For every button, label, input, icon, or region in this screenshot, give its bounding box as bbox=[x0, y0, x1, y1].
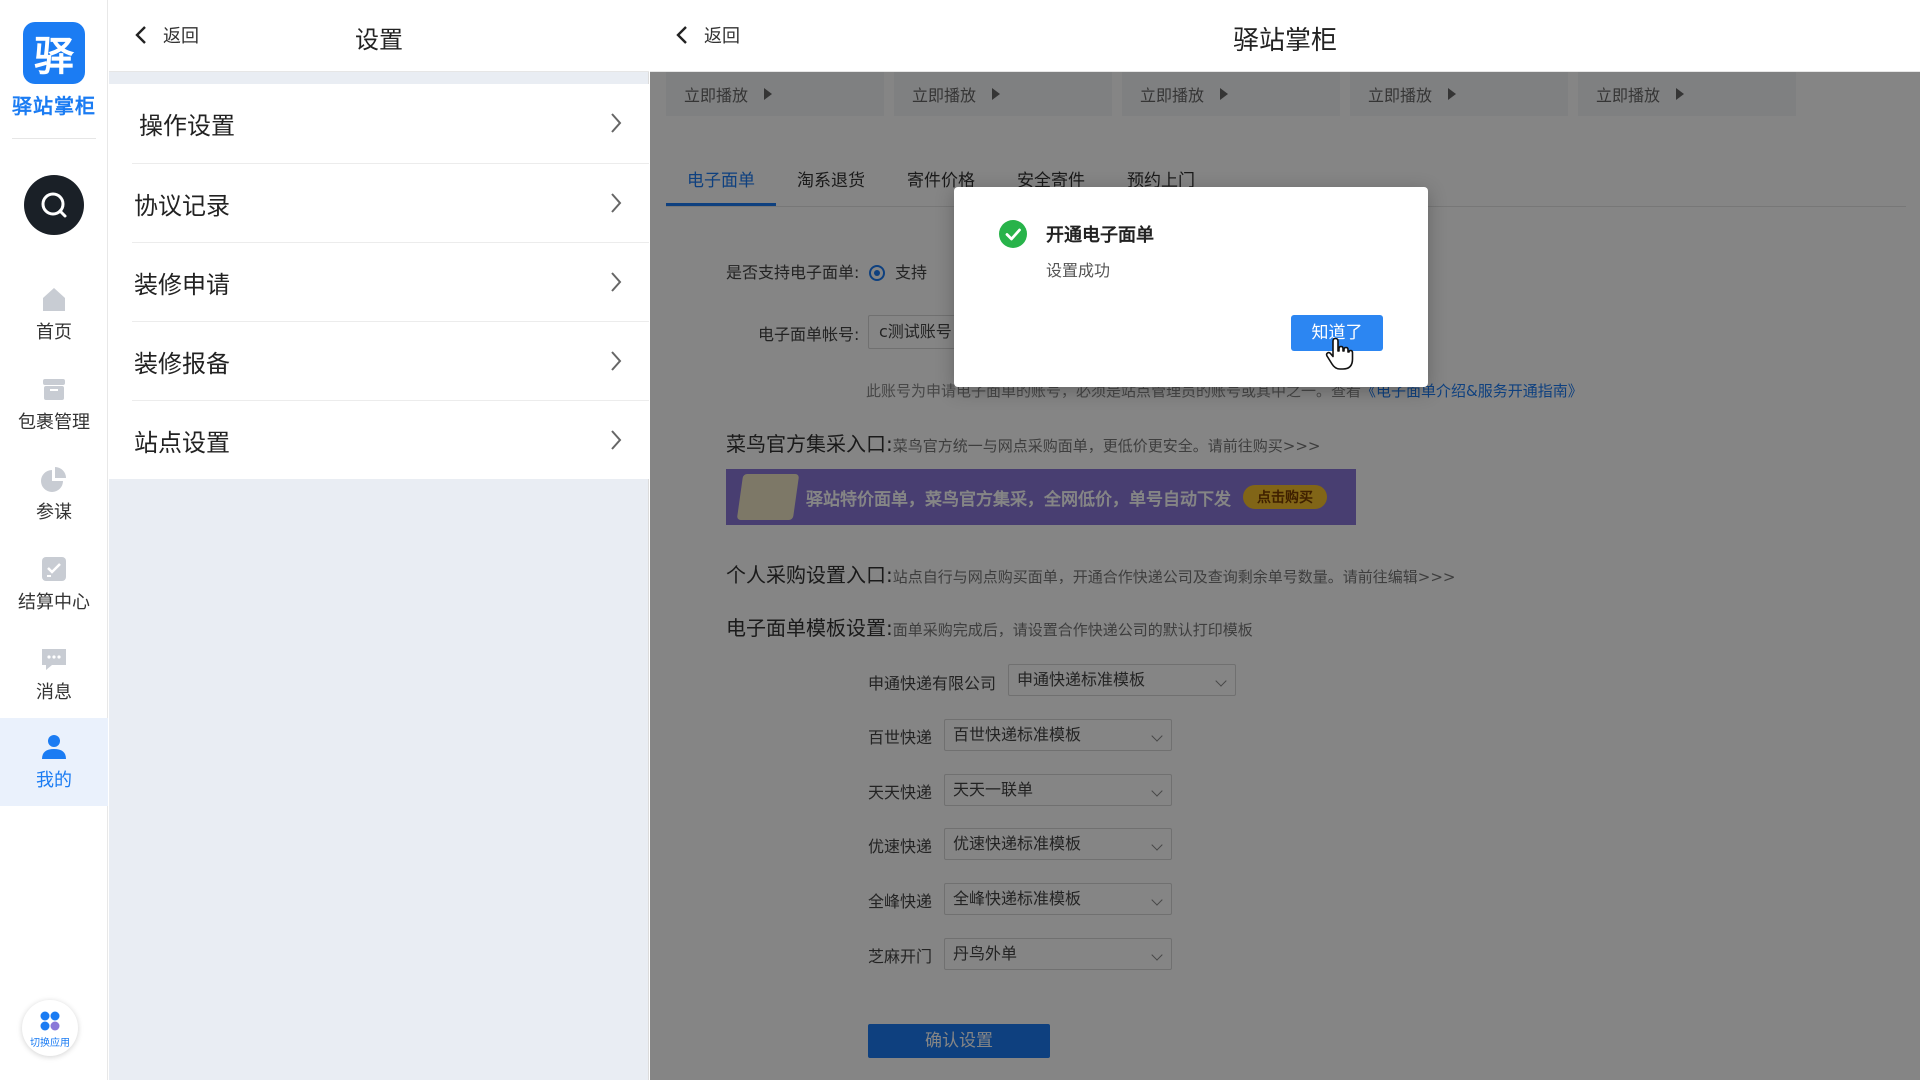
logo-text: 驿站掌柜 bbox=[12, 94, 96, 118]
dialog-title: 开通电子面单 bbox=[1046, 225, 1154, 246]
settings-item-label: 协议记录 bbox=[134, 191, 230, 220]
left-nav: 驿 驿站掌柜 首页 包裹管理 参谋 结算中心 消息 我的 切换应用 bbox=[0, 0, 108, 1080]
settings-item-operation[interactable]: 操作设置 bbox=[109, 84, 649, 163]
nav-label-advisor: 参谋 bbox=[36, 502, 72, 523]
switch-app-label: 切换应用 bbox=[30, 1038, 70, 1049]
nav-item-mine[interactable]: 我的 bbox=[0, 718, 108, 806]
nav-label-home: 首页 bbox=[36, 322, 72, 343]
nav-item-settlement[interactable]: 结算中心 bbox=[0, 548, 108, 636]
settings-menu: 操作设置 协议记录 装修申请 装修报备 站点设置 bbox=[109, 84, 649, 479]
chevron-right-icon bbox=[611, 272, 622, 292]
nav-label-packages: 包裹管理 bbox=[18, 412, 90, 433]
search-icon bbox=[41, 192, 67, 218]
settings-item-label: 站点设置 bbox=[134, 428, 230, 457]
pie-chart-icon bbox=[41, 467, 66, 492]
switch-app-button[interactable]: 切换应用 bbox=[22, 1000, 78, 1056]
nav-label-mine: 我的 bbox=[36, 770, 72, 791]
chevron-right-icon bbox=[611, 430, 622, 450]
package-icon bbox=[43, 379, 65, 400]
nav-item-packages[interactable]: 包裹管理 bbox=[0, 368, 108, 456]
settings-item-label: 装修申请 bbox=[134, 270, 230, 299]
search-button[interactable] bbox=[24, 175, 84, 235]
check-circle-icon bbox=[999, 220, 1027, 248]
message-icon bbox=[42, 649, 66, 670]
nav-item-home[interactable]: 首页 bbox=[0, 278, 108, 366]
nav-item-advisor[interactable]: 参谋 bbox=[0, 458, 108, 546]
chevron-right-icon bbox=[611, 193, 622, 213]
settings-header: 返回 设置 bbox=[109, 0, 649, 72]
settlement-icon bbox=[42, 557, 66, 581]
main-title: 驿站掌柜 bbox=[1232, 26, 1337, 56]
app-logo: 驿 bbox=[23, 22, 85, 84]
logo-char: 驿 bbox=[34, 34, 74, 80]
settings-item-label: 操作设置 bbox=[139, 112, 235, 140]
nav-divider bbox=[12, 138, 96, 139]
nav-label-messages: 消息 bbox=[36, 682, 72, 703]
settings-item-label: 装修报备 bbox=[134, 349, 230, 378]
chevron-right-icon bbox=[611, 351, 622, 371]
success-dialog: 开通电子面单 设置成功 知道了 bbox=[954, 187, 1428, 387]
settings-item-renovation-report[interactable]: 装修报备 bbox=[132, 321, 649, 400]
dialog-message: 设置成功 bbox=[1046, 261, 1111, 280]
settings-title: 设置 bbox=[355, 26, 403, 54]
settings-panel: 返回 设置 操作设置 协议记录 装修申请 装修报备 站点设置 bbox=[109, 0, 649, 1080]
home-icon bbox=[43, 288, 65, 311]
settings-item-renovation-apply[interactable]: 装修申请 bbox=[132, 242, 649, 321]
settings-item-agreements[interactable]: 协议记录 bbox=[132, 163, 649, 242]
main-header: 返回 驿站掌柜 bbox=[650, 0, 1920, 72]
hand-cursor-icon bbox=[1325, 337, 1354, 370]
apps-grid-icon bbox=[40, 1011, 60, 1031]
nav-label-settlement: 结算中心 bbox=[18, 592, 90, 613]
main-panel: 返回 驿站掌柜 立即播放 立即播放 立即播放 立即播放 立即播放 电子面单 淘系… bbox=[650, 0, 1920, 1080]
settings-item-station[interactable]: 站点设置 bbox=[132, 400, 649, 479]
chevron-right-icon bbox=[611, 113, 622, 133]
nav-item-messages[interactable]: 消息 bbox=[0, 638, 108, 726]
user-icon bbox=[42, 735, 66, 759]
